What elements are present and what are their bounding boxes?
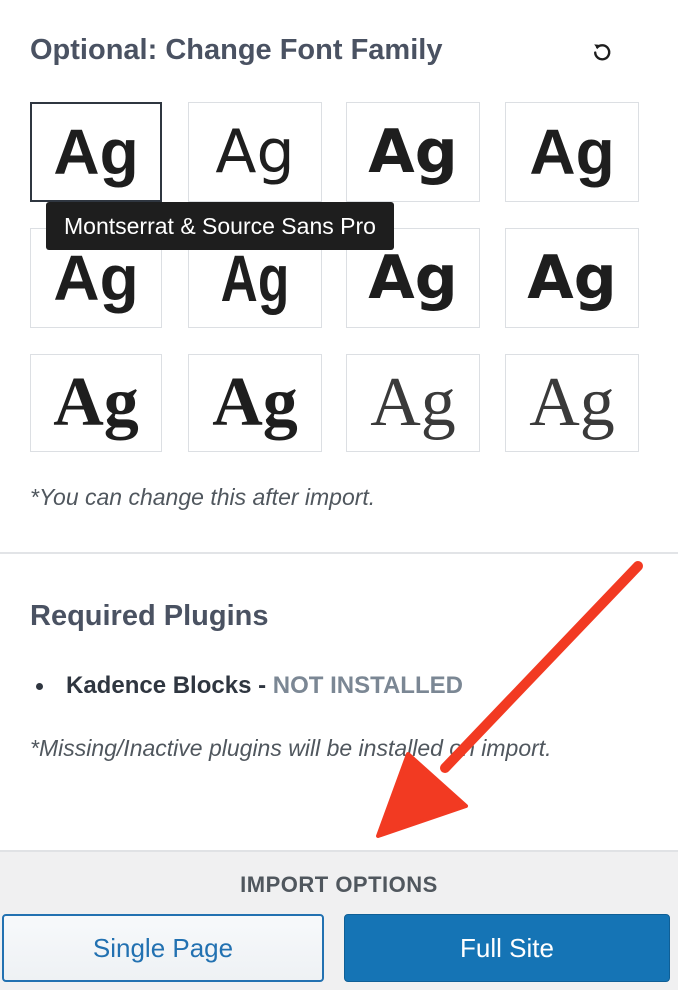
font-preview-glyph: Ag [53, 242, 139, 314]
font-preview-glyph: Ag [53, 116, 139, 188]
font-preview-glyph: Ag [527, 243, 617, 313]
section-divider [0, 552, 678, 554]
plugin-list: Kadence Blocks - NOT INSTALLED [30, 668, 463, 704]
font-preview-glyph: Ag [53, 364, 139, 441]
font-option-tile[interactable]: Ag [505, 102, 639, 202]
reset-icon [594, 44, 611, 61]
font-option-tile[interactable]: Ag [505, 228, 639, 328]
font-option-tile[interactable]: Ag [346, 102, 480, 202]
font-preview-glyph: Ag [529, 116, 615, 188]
import-options-title: IMPORT OPTIONS [240, 872, 438, 897]
font-preview-glyph: Ag [212, 364, 298, 441]
reset-font-button[interactable] [588, 38, 616, 66]
bullet-icon [36, 683, 43, 690]
plugins-note: *Missing/Inactive plugins will be instal… [30, 735, 552, 761]
font-preview-glyph: Ag [215, 117, 295, 187]
plugin-status: NOT INSTALLED [272, 672, 463, 699]
font-preview-glyph: Ag [368, 117, 458, 187]
single-page-button[interactable]: Single Page [2, 914, 324, 982]
plugin-name: Kadence Blocks [66, 672, 252, 699]
font-family-section: Optional: Change Font Family Ag Ag Ag Ag… [0, 0, 678, 552]
font-name-tooltip: Montserrat & Source Sans Pro [46, 202, 394, 250]
font-preview-glyph: Ag [529, 364, 615, 441]
font-option-tile[interactable]: Ag [188, 102, 322, 202]
font-option-tile[interactable]: Ag [30, 354, 162, 452]
plugins-section-title: Required Plugins [30, 600, 269, 632]
import-panel: Optional: Change Font Family Ag Ag Ag Ag… [0, 0, 678, 990]
import-options-footer: IMPORT OPTIONS Single Page Full Site [0, 850, 678, 990]
font-preview-glyph: Ag [220, 241, 290, 315]
font-preview-glyph: Ag [368, 243, 458, 313]
font-change-note: *You can change this after import. [30, 484, 376, 510]
plugin-separator: - [251, 672, 273, 699]
full-site-button[interactable]: Full Site [344, 914, 670, 982]
font-section-title: Optional: Change Font Family [30, 34, 443, 66]
plugin-item: Kadence Blocks - NOT INSTALLED [30, 668, 463, 704]
font-preview-glyph: Ag [370, 364, 456, 441]
font-option-tile[interactable]: Ag [505, 354, 639, 452]
font-option-tile[interactable]: Ag [188, 354, 322, 452]
font-option-tile[interactable]: Ag [30, 102, 162, 202]
font-option-tile[interactable]: Ag [346, 354, 480, 452]
